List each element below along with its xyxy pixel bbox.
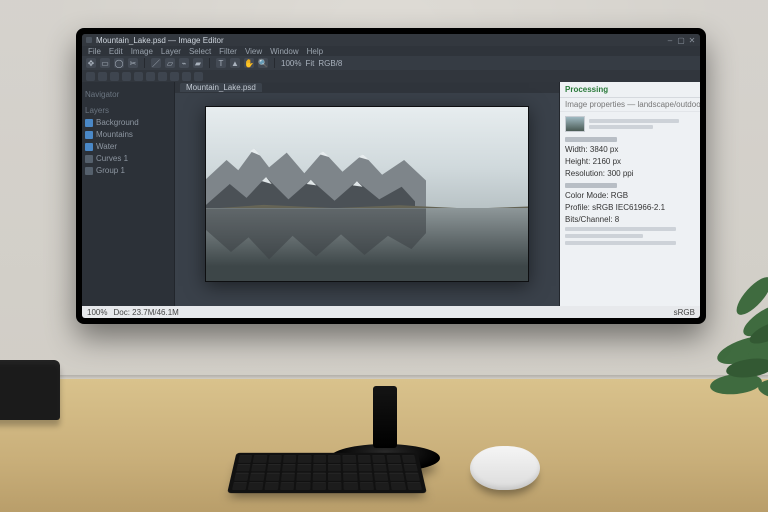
layer-label: Mountains — [96, 130, 133, 139]
mode-readout: RGB/8 — [318, 59, 342, 68]
properties-text — [565, 241, 676, 245]
menu-bar: File Edit Image Layer Select Filter View… — [82, 46, 700, 56]
opt-7[interactable] — [158, 72, 167, 81]
zoom-readout: 100% — [281, 59, 301, 68]
properties-thumbnail-row — [565, 116, 695, 132]
properties-subtitle: Image properties — landscape/outdoor — [560, 98, 700, 112]
folder-icon — [85, 167, 93, 175]
lasso-icon[interactable]: ◯ — [114, 58, 124, 68]
minimize-button[interactable]: – — [666, 36, 674, 44]
status-profile: sRGB — [674, 308, 695, 317]
properties-heading — [565, 183, 617, 188]
opt-4[interactable] — [122, 72, 131, 81]
move-icon[interactable]: ✥ — [86, 58, 96, 68]
menu-filter[interactable]: Filter — [219, 47, 237, 56]
menu-view[interactable]: View — [245, 47, 262, 56]
layer-label: Background — [96, 118, 139, 127]
properties-panel: Processing Image properties — landscape/… — [559, 82, 700, 306]
sidebar-section-navigator: Navigator — [85, 90, 171, 99]
opt-9[interactable] — [182, 72, 191, 81]
screen: Mountain_Lake.psd — Image Editor – ▢ ✕ F… — [82, 34, 700, 318]
menu-select[interactable]: Select — [189, 47, 211, 56]
properties-line: Bits/Channel: 8 — [565, 215, 695, 224]
status-zoom[interactable]: 100% — [87, 308, 107, 317]
properties-line: Width: 3840 px — [565, 145, 695, 154]
mouse — [470, 446, 540, 490]
menu-layer[interactable]: Layer — [161, 47, 181, 56]
text-icon[interactable]: T — [216, 58, 226, 68]
menu-file[interactable]: File — [88, 47, 101, 56]
keyboard — [227, 453, 427, 493]
shape-icon[interactable]: ▲ — [230, 58, 240, 68]
layer-label: Group 1 — [96, 166, 125, 175]
menu-window[interactable]: Window — [270, 47, 298, 56]
left-sidebar: Navigator Layers Background Mountains Wa… — [82, 82, 175, 306]
layer-icon — [85, 119, 93, 127]
properties-line: Color Mode: RGB — [565, 191, 695, 200]
document-tab[interactable]: Mountain_Lake.psd — [180, 83, 262, 92]
properties-text — [589, 125, 653, 129]
layer-row-mountains[interactable]: Mountains — [85, 130, 171, 139]
properties-text — [565, 227, 676, 231]
canvas-area[interactable]: Mountain_Lake.psd — [175, 82, 559, 306]
close-button[interactable]: ✕ — [688, 36, 696, 44]
layer-row-water[interactable]: Water — [85, 142, 171, 151]
properties-line: Resolution: 300 ppi — [565, 169, 695, 178]
toolbar-options — [82, 70, 700, 82]
sidebar-section-layers: Layers — [85, 106, 171, 115]
adjust-icon — [85, 155, 93, 163]
zoom-icon[interactable]: 🔍 — [258, 58, 268, 68]
hand-icon[interactable]: ✋ — [244, 58, 254, 68]
menu-image[interactable]: Image — [131, 47, 153, 56]
maximize-button[interactable]: ▢ — [677, 36, 685, 44]
monitor-bezel: Mountain_Lake.psd — Image Editor – ▢ ✕ F… — [76, 28, 706, 324]
opt-10[interactable] — [194, 72, 203, 81]
editor-body: Navigator Layers Background Mountains Wa… — [82, 82, 700, 306]
toolbar-main: ✥ ▭ ◯ ✂ ／ ▱ ⌁ ▰ T ▲ ✋ 🔍 100% Fit RGB/8 — [82, 56, 700, 70]
document-tabs: Mountain_Lake.psd — [175, 82, 559, 93]
layer-label: Water — [96, 142, 117, 151]
desk-object-left — [0, 360, 60, 420]
image-reflection — [206, 208, 426, 281]
select-icon[interactable]: ▭ — [100, 58, 110, 68]
opt-5[interactable] — [134, 72, 143, 81]
opt-1[interactable] — [86, 72, 95, 81]
opt-6[interactable] — [146, 72, 155, 81]
properties-thumbnail — [565, 116, 585, 132]
window-titlebar[interactable]: Mountain_Lake.psd — Image Editor – ▢ ✕ — [82, 34, 700, 46]
layer-row-curves[interactable]: Curves 1 — [85, 154, 171, 163]
clone-icon[interactable]: ⌁ — [179, 58, 189, 68]
desk-edge — [0, 375, 768, 379]
eraser-icon[interactable]: ▱ — [165, 58, 175, 68]
layer-row-background[interactable]: Background — [85, 118, 171, 127]
layer-icon — [85, 131, 93, 139]
menu-edit[interactable]: Edit — [109, 47, 123, 56]
opt-8[interactable] — [170, 72, 179, 81]
properties-line: Profile: sRGB IEC61966-2.1 — [565, 203, 695, 212]
canvas[interactable] — [205, 106, 530, 283]
crop-icon[interactable]: ✂ — [128, 58, 138, 68]
app-icon — [86, 37, 92, 43]
properties-title: Processing — [560, 82, 700, 98]
fit-button[interactable]: Fit — [305, 59, 314, 68]
layer-icon — [85, 143, 93, 151]
monitor-stand-neck — [373, 386, 397, 448]
properties-text — [565, 234, 643, 238]
fill-icon[interactable]: ▰ — [193, 58, 203, 68]
properties-text — [589, 119, 679, 123]
properties-line: Height: 2160 px — [565, 157, 695, 166]
menu-help[interactable]: Help — [307, 47, 323, 56]
opt-2[interactable] — [98, 72, 107, 81]
layer-label: Curves 1 — [96, 154, 128, 163]
properties-heading — [565, 137, 617, 142]
opt-3[interactable] — [110, 72, 119, 81]
layer-row-group[interactable]: Group 1 — [85, 166, 171, 175]
brush-icon[interactable]: ／ — [151, 58, 161, 68]
desk-scene: Mountain_Lake.psd — Image Editor – ▢ ✕ F… — [0, 0, 768, 512]
status-bar: 100% Doc: 23.7M/46.1M sRGB — [82, 306, 700, 318]
status-docsize: Doc: 23.7M/46.1M — [113, 308, 178, 317]
window-title: Mountain_Lake.psd — Image Editor — [96, 36, 662, 45]
